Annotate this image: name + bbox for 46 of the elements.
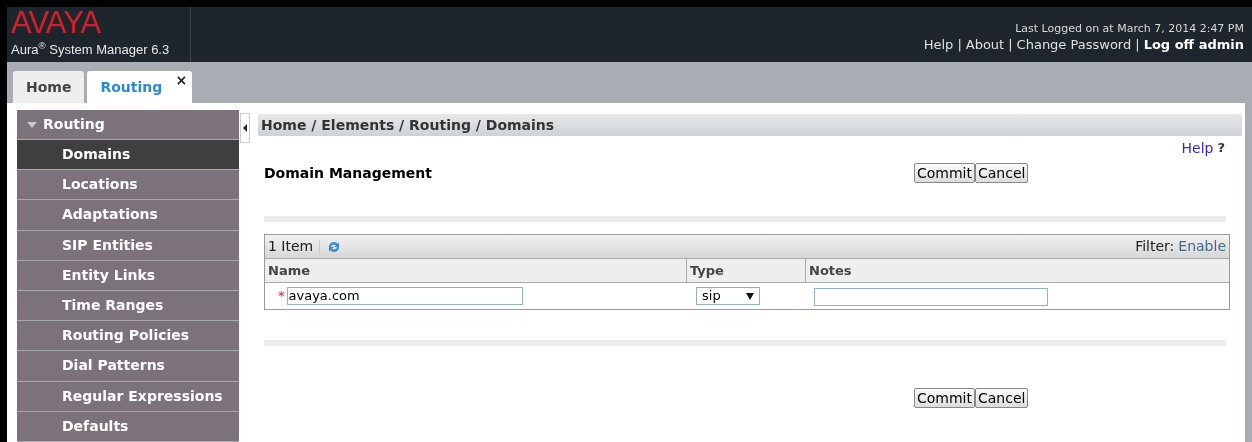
header-link[interactable]: Change Password <box>1016 36 1132 53</box>
sidebar-item[interactable]: Time Ranges <box>17 290 239 322</box>
sidebar-item[interactable]: Defaults <box>17 411 239 442</box>
filter-label: Filter: <box>1135 237 1175 256</box>
column-header: Type <box>686 259 805 282</box>
sidebar-title: Routing <box>43 115 105 134</box>
sidebar-header[interactable]: Routing <box>17 110 239 140</box>
expand-triangle-icon <box>27 121 37 128</box>
breadcrumb: Home / Elements / Routing / Domains <box>261 115 555 135</box>
separator: | <box>1135 36 1140 53</box>
close-icon[interactable]: × <box>175 73 188 87</box>
column-header: Name <box>267 261 311 280</box>
name-input-field[interactable]: avaya.com <box>286 287 523 305</box>
page-title: Domain Management <box>264 163 433 183</box>
sidebar-item[interactable]: Adaptations <box>17 200 239 231</box>
tab[interactable]: Home <box>13 71 85 103</box>
help-link[interactable]: Help <box>1181 137 1214 159</box>
required-mark: * <box>278 287 285 306</box>
dropdown-caret-icon <box>746 292 754 300</box>
separator: | <box>1008 36 1013 53</box>
help-icon[interactable]: ? <box>1217 138 1225 158</box>
header-link[interactable]: About <box>965 36 1005 53</box>
header-link[interactable]: Log off admin <box>1143 36 1244 53</box>
type-dropdown[interactable]: sip <box>696 287 760 305</box>
filter-enable-link[interactable]: Enable <box>1178 236 1226 257</box>
notes-input-field[interactable] <box>814 287 1048 306</box>
item-count: 1 Item <box>268 237 314 256</box>
product-name: Aura$^{®}$ System Manager 6.3 <box>11 40 171 59</box>
sidebar-item[interactable]: Dial Patterns <box>17 351 239 382</box>
last-login-text: Last Logged on at March 7, 2014 2:47 PM <box>1015 22 1244 36</box>
column-header: Notes <box>805 259 1229 282</box>
sidebar-item[interactable]: Domains <box>17 140 239 171</box>
sidebar-item[interactable]: SIP Entities <box>17 230 239 261</box>
logo: AVAYA <box>11 8 102 38</box>
sidebar-item[interactable]: Locations <box>17 170 239 201</box>
sidebar-item[interactable]: Entity Links <box>17 260 239 291</box>
cancel-button[interactable]: Cancel <box>975 163 1029 183</box>
commit-button[interactable]: Commit <box>914 163 975 183</box>
sidebar-item[interactable]: Routing Policies <box>17 321 239 352</box>
cancel-button[interactable]: Cancel <box>975 388 1029 408</box>
collapse-arrow-icon[interactable] <box>243 124 247 132</box>
tab[interactable]: Routing × <box>87 71 193 103</box>
header-link[interactable]: Help <box>923 36 954 53</box>
commit-button[interactable]: Commit <box>914 388 975 408</box>
separator: | <box>957 36 962 53</box>
sidebar-item[interactable]: Regular Expressions <box>17 381 239 412</box>
